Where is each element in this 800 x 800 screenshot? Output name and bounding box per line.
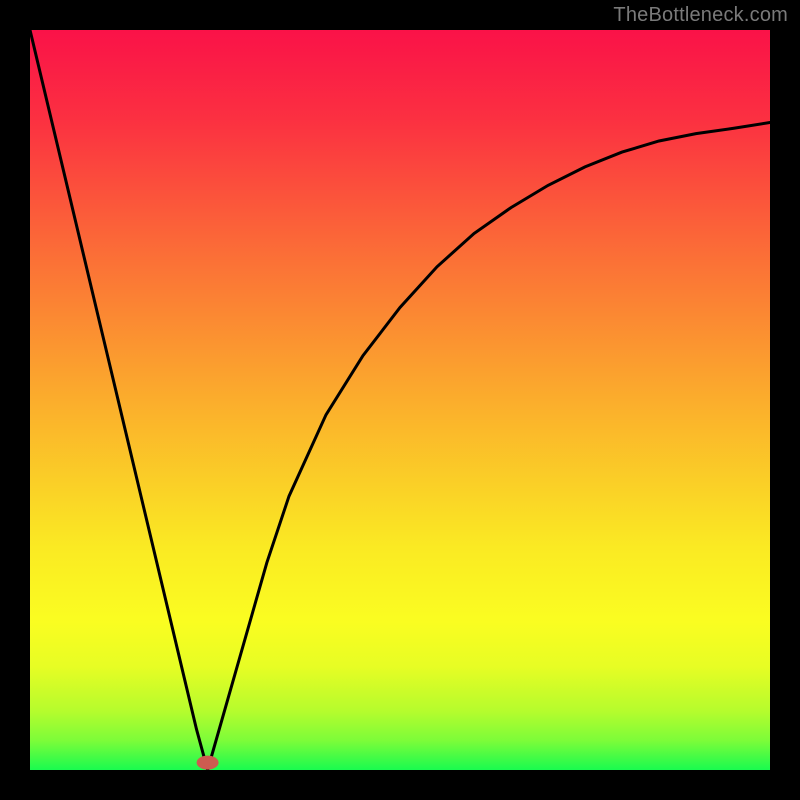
chart-frame: TheBottleneck.com bbox=[0, 0, 800, 800]
chart-svg bbox=[30, 30, 770, 770]
bottleneck-marker bbox=[197, 756, 219, 770]
watermark-text: TheBottleneck.com bbox=[613, 4, 788, 27]
